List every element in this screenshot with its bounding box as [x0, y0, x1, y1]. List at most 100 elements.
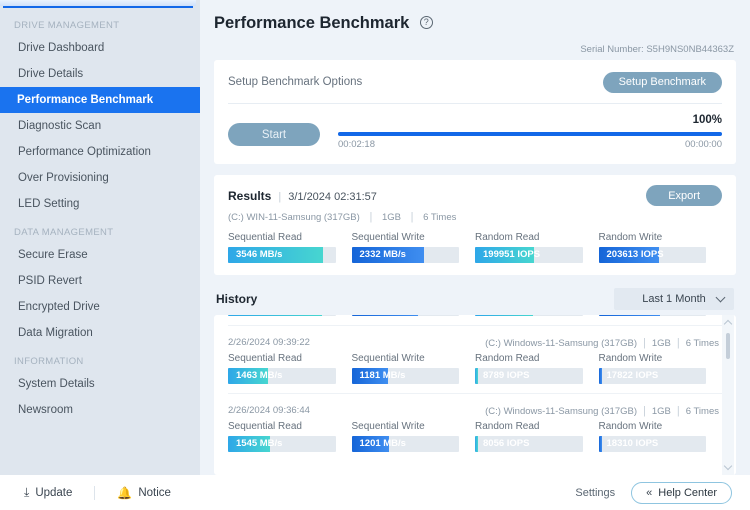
footer-right: Settings « Help Center [575, 482, 750, 504]
metric-sequential-write: Sequential Write2332 MB/s [352, 232, 476, 263]
history-entry-date: 2/26/2024 09:39:22 [228, 337, 310, 349]
help-icon[interactable]: ? [420, 16, 433, 29]
progress-bar-fill [338, 132, 722, 136]
scroll-down-arrow-icon[interactable] [724, 462, 732, 470]
metric-label: Sequential Write [352, 421, 460, 432]
sidebar-item-label: System Details [18, 378, 95, 390]
metric-bar: 18310 IOPS [599, 436, 707, 452]
history-period-select[interactable]: Last 1 Month [614, 288, 734, 310]
metric-value: 1181 MB/s [360, 368, 406, 384]
elapsed-time: 00:02:18 [338, 139, 375, 150]
metric-label: Random Write [599, 353, 707, 364]
metric-bar: 203613 IOPS [599, 247, 707, 263]
results-meta-sep-2: | [411, 211, 414, 223]
sidebar-item-data-migration[interactable]: Data Migration [0, 320, 200, 346]
scrollbar-thumb[interactable] [726, 333, 730, 359]
sidebar-item-performance-optimization[interactable]: Performance Optimization [0, 139, 200, 165]
history-entry-metrics: Sequential Read1545 MB/sSequential Write… [228, 421, 722, 452]
metric-value: 18310 IOPS [607, 436, 659, 452]
metric-label: Sequential Read [228, 421, 336, 432]
history-header: History Last 1 Month [214, 287, 736, 311]
metric-random-write: 207031 IOPS [599, 315, 723, 316]
page-header: Performance Benchmark ? Serial Number: S… [214, 14, 736, 60]
notice-button[interactable]: 🔔 Notice [117, 486, 171, 500]
history-list: 3435 MB/s 2119 MB/s 197908 IOPS 207031 IOPS… [214, 315, 736, 475]
help-center-button[interactable]: « Help Center [631, 482, 732, 504]
metric-value: 1201 MB/s [360, 436, 406, 452]
sidebar-item-drive-dashboard[interactable]: Drive Dashboard [0, 35, 200, 61]
app-window: DRIVE MANAGEMENTDrive DashboardDrive Det… [0, 0, 750, 510]
history-entry-header: 2/26/2024 09:39:22 (C:) Windows-11-Samsun… [228, 337, 722, 349]
serial-number: Serial Number: S5H9NS0NB44363Z [580, 44, 734, 55]
history-entry[interactable]: 2/26/2024 09:36:44(C:) Windows-11-Samsun… [228, 393, 722, 461]
sidebar-item-label: Drive Details [18, 68, 83, 80]
sidebar-item-psid-revert[interactable]: PSID Revert [0, 268, 200, 294]
download-icon: ⤓ [24, 485, 29, 500]
metric-value: 203613 IOPS [607, 247, 664, 263]
sidebar-item-encrypted-drive[interactable]: Encrypted Drive [0, 294, 200, 320]
metric-bar: 199951 IOPS [475, 247, 583, 263]
sidebar-item-over-provisioning[interactable]: Over Provisioning [0, 165, 200, 191]
metric-sequential-write: Sequential Write 1181 MB/s [352, 353, 476, 384]
history-entry-metrics: 3435 MB/s 2119 MB/s 197908 IOPS 207031 IOPS [228, 315, 722, 316]
sidebar-item-system-details[interactable]: System Details [0, 371, 200, 397]
history-entry-meta: (C:) Windows-11-Samsung (317GB)|1GB|6 Ti… [482, 337, 722, 349]
sidebar-item-performance-benchmark[interactable]: Performance Benchmark [0, 87, 200, 113]
sidebar-item-label: PSID Revert [18, 275, 82, 287]
double-chevron-left-icon: « [646, 487, 652, 499]
history-entry[interactable]: 2/26/2024 09:39:22 (C:) Windows-11-Samsun… [228, 325, 722, 393]
metric-value: 207031 IOPS [607, 315, 664, 316]
sidebar-item-label: LED Setting [18, 198, 79, 210]
results-meta-drive: (C:) WIN-11-Samsung (317GB) [228, 212, 360, 223]
history-title: History [216, 292, 257, 306]
history-entry[interactable]: 3435 MB/s 2119 MB/s 197908 IOPS 207031 IOPS [228, 315, 722, 325]
sidebar-item-secure-erase[interactable]: Secure Erase [0, 242, 200, 268]
metric-bar: 207031 IOPS [599, 315, 707, 316]
metric-random-write: Random Write 17822 IOPS [599, 353, 723, 384]
sidebar-item-label: Diagnostic Scan [18, 120, 101, 132]
results-meta-sep-1: | [369, 211, 372, 223]
metric-value: 17822 IOPS [607, 368, 659, 384]
sidebar-item-drive-details[interactable]: Drive Details [0, 61, 200, 87]
metric-random-read: Random Read8789 IOPS [475, 353, 599, 384]
metric-bar: 1201 MB/s [352, 436, 460, 452]
update-button[interactable]: ⤓ Update [24, 485, 72, 500]
metric-label: Sequential Write [352, 353, 460, 364]
sidebar-item-label: Newsroom [18, 404, 73, 416]
metric-bar: 2119 MB/s [352, 315, 460, 316]
export-button[interactable]: Export [646, 185, 722, 206]
metric-label: Random Read [475, 421, 583, 432]
chevron-down-icon [716, 293, 726, 303]
remaining-time: 00:00:00 [685, 139, 722, 150]
metric-sequential-write: 2119 MB/s [352, 315, 476, 316]
history-meta-sep-1: | [643, 337, 646, 349]
metric-value: 1463 MB/s [236, 368, 282, 384]
scroll-up-arrow-icon[interactable] [724, 320, 732, 328]
sidebar-item-diagnostic-scan[interactable]: Diagnostic Scan [0, 113, 200, 139]
footer-divider [94, 486, 95, 500]
metric-bar: 1181 MB/s [352, 368, 460, 384]
metric-random-read: Random Read8056 IOPS [475, 421, 599, 452]
sidebar-item-led-setting[interactable]: LED Setting [0, 191, 200, 217]
sidebar-group-title: DATA MANAGEMENT [0, 227, 200, 242]
metric-bar-fill [599, 436, 602, 452]
metric-bar: 197908 IOPS [475, 315, 583, 316]
sidebar-item-label: Secure Erase [18, 249, 88, 261]
sidebar-item-label: Over Provisioning [18, 172, 109, 184]
metric-value: 3435 MB/s [236, 315, 282, 316]
setup-benchmark-button[interactable]: Setup Benchmark [603, 72, 722, 93]
page-title: Performance Benchmark [214, 14, 409, 33]
metric-label: Sequential Read [228, 353, 336, 364]
settings-link[interactable]: Settings [575, 487, 615, 499]
history-entry-times: 6 Times [686, 406, 719, 417]
history-meta-sep-2: | [677, 405, 680, 417]
sidebar-item-label: Drive Dashboard [18, 42, 104, 54]
history-entry-meta: (C:) Windows-11-Samsung (317GB)|1GB|6 Ti… [482, 405, 722, 417]
history-scrollbar[interactable] [722, 315, 734, 475]
main-content: Performance Benchmark ? Serial Number: S… [200, 0, 750, 475]
sidebar-item-label: Performance Optimization [18, 146, 151, 158]
results-separator: | [278, 191, 281, 203]
results-meta-times: 6 Times [423, 212, 456, 223]
sidebar-item-newsroom[interactable]: Newsroom [0, 397, 200, 423]
start-button[interactable]: Start [228, 123, 320, 146]
